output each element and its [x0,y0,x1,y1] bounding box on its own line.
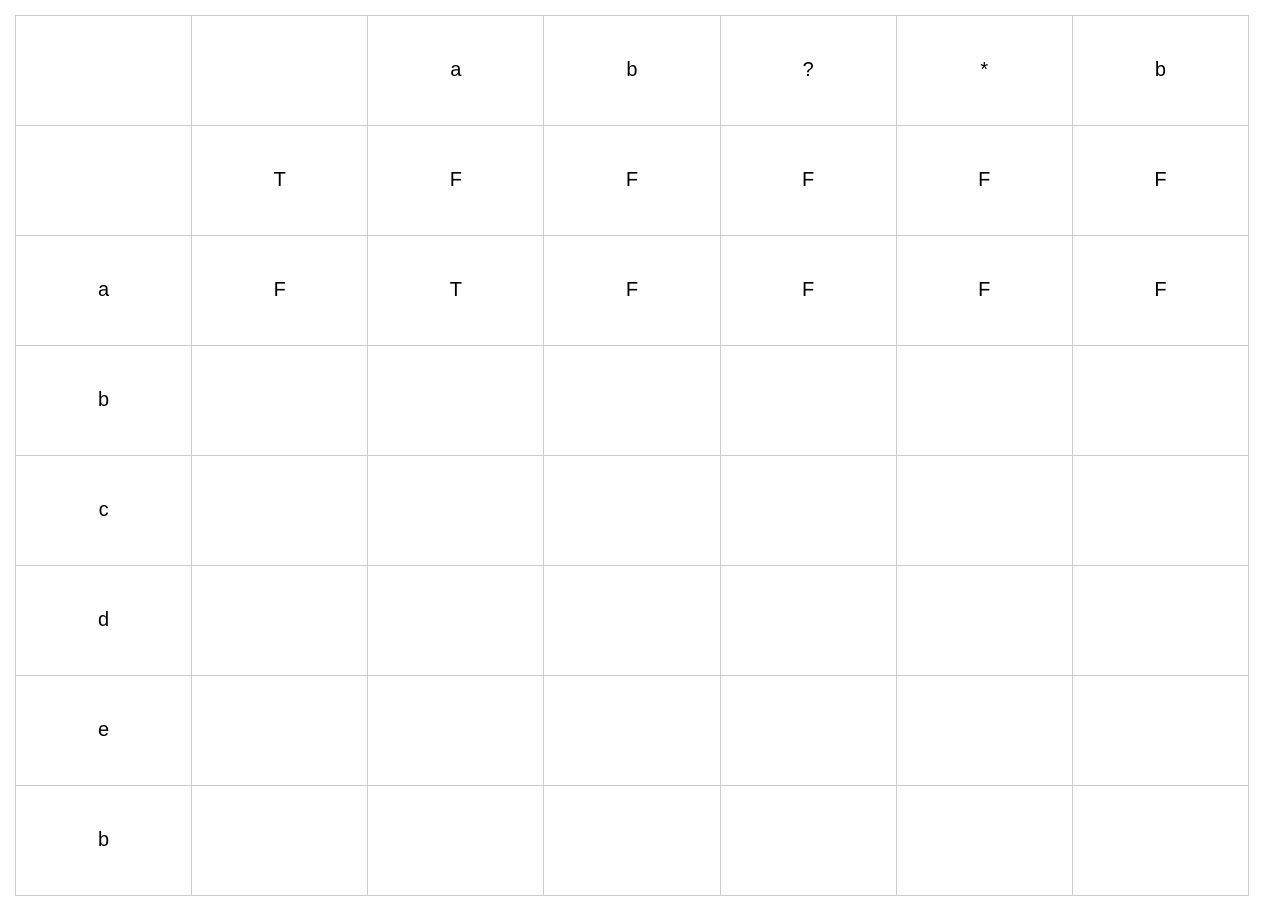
table-cell [896,676,1072,786]
table-cell [192,786,368,896]
table-cell [544,346,720,456]
table-cell: d [16,566,192,676]
table-cell [720,566,896,676]
table-cell [368,566,544,676]
table-cell [1072,786,1248,896]
table-row: TFFFFF [16,126,1249,236]
table-row: ab?*b [16,16,1249,126]
table-row: b [16,346,1249,456]
table-cell: b [544,16,720,126]
table-cell: b [16,786,192,896]
table-cell [544,786,720,896]
table-cell: T [192,126,368,236]
table-cell [192,566,368,676]
table-cell [896,786,1072,896]
table-cell [192,676,368,786]
table-cell [896,346,1072,456]
table-cell: F [720,236,896,346]
table-cell [1072,566,1248,676]
table-cell: a [16,236,192,346]
table-cell: T [368,236,544,346]
table-cell [368,676,544,786]
table-cell: b [1072,16,1248,126]
dp-matrix-body: ab?*bTFFFFFaFTFFFFbcdeb [16,16,1249,896]
table-row: e [16,676,1249,786]
table-cell [192,346,368,456]
table-row: d [16,566,1249,676]
table-cell [1072,456,1248,566]
table-cell [1072,676,1248,786]
table-row: c [16,456,1249,566]
table-cell: c [16,456,192,566]
table-cell [192,456,368,566]
table-cell: F [720,126,896,236]
table-cell [16,16,192,126]
table-cell [544,566,720,676]
table-cell [368,456,544,566]
table-cell: * [896,16,1072,126]
table-cell [896,566,1072,676]
table-cell [16,126,192,236]
table-cell: F [1072,236,1248,346]
table-cell: F [896,236,1072,346]
table-cell: F [368,126,544,236]
table-cell: a [368,16,544,126]
table-cell: F [192,236,368,346]
table-row: b [16,786,1249,896]
table-cell: e [16,676,192,786]
table-cell: F [544,126,720,236]
table-cell [544,676,720,786]
table-cell [896,456,1072,566]
table-cell [368,346,544,456]
table-cell [1072,346,1248,456]
table-cell [544,456,720,566]
table-cell [720,676,896,786]
table-cell: F [1072,126,1248,236]
table-cell: F [544,236,720,346]
table-cell: b [16,346,192,456]
table-cell [192,16,368,126]
table-cell [720,346,896,456]
table-cell [720,456,896,566]
table-cell [720,786,896,896]
table-cell: ? [720,16,896,126]
dp-matrix-table: ab?*bTFFFFFaFTFFFFbcdeb [15,15,1249,896]
table-cell [368,786,544,896]
table-cell: F [896,126,1072,236]
table-row: aFTFFFF [16,236,1249,346]
